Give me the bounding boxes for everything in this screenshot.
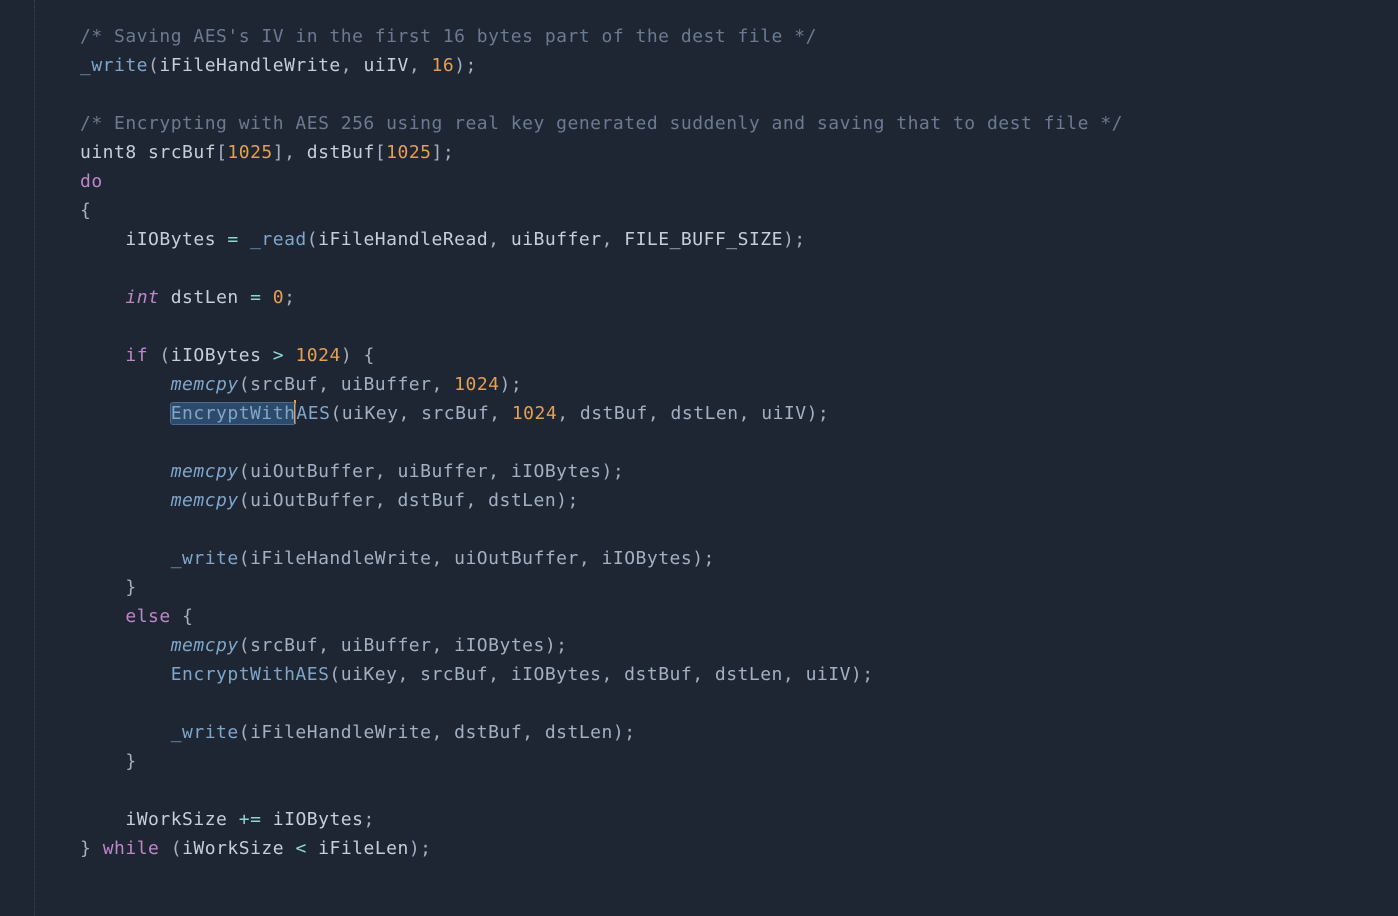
code-comment: /* Saving AES's IV in the first 16 bytes… [80, 26, 817, 47]
punct: (iFileHandleWrite, dstBuf, dstLen); [239, 722, 636, 743]
text-selection[interactable]: EncryptWith [171, 403, 296, 424]
ident: iIOBytes [273, 809, 364, 830]
number-literal: 1024 [512, 403, 557, 424]
ident: iIOBytes [171, 345, 262, 366]
constant: FILE_BUFF_SIZE [624, 229, 783, 250]
punct: (iFileHandleWrite, uiOutBuffer, iIOBytes… [239, 548, 715, 569]
keyword-if: if [125, 345, 148, 366]
punct: (uiOutBuffer, uiBuffer, iIOBytes); [239, 461, 624, 482]
op: < [295, 838, 306, 859]
number-literal: 1025 [386, 142, 431, 163]
fn-read: _read [250, 229, 307, 250]
keyword-while: while [103, 838, 160, 859]
brace: } [125, 577, 136, 598]
punct: ; [284, 287, 295, 308]
punct: (uiKey, srcBuf, iIOBytes, dstBuf, dstLen… [329, 664, 873, 685]
punct: ); [783, 229, 806, 250]
ident: iWorkSize [182, 838, 284, 859]
punct: ( [148, 55, 159, 76]
punct: , dstBuf, dstLen, uiIV); [557, 403, 829, 424]
number-literal: 16 [432, 55, 455, 76]
brace: { [80, 200, 91, 221]
fn-encryptwithaes: EncryptWith [171, 403, 296, 424]
ident: iFileHandleWrite [159, 55, 340, 76]
punct: , [284, 142, 307, 163]
op: += [239, 809, 262, 830]
punct: [ [216, 142, 227, 163]
ident: iFileHandleRead [318, 229, 488, 250]
keyword-do: do [80, 171, 103, 192]
ident: dstBuf [307, 142, 375, 163]
punct: ) { [341, 345, 375, 366]
brace: { [182, 606, 193, 627]
ident: iWorkSize [125, 809, 227, 830]
number-literal: 0 [273, 287, 284, 308]
punct: (uiOutBuffer, dstBuf, dstLen); [239, 490, 579, 511]
code-editor-content[interactable]: /* Saving AES's IV in the first 16 bytes… [80, 22, 1123, 863]
brace: } [125, 751, 136, 772]
fn-memcpy: memcpy [171, 490, 239, 511]
fn-memcpy: memcpy [171, 461, 239, 482]
fn-encryptwithaes: EncryptWithAES [171, 664, 330, 685]
fn-write: _write [171, 722, 239, 743]
ident: uiIV [363, 55, 408, 76]
fn-memcpy: memcpy [171, 635, 239, 656]
punct: ] [432, 142, 443, 163]
fn-write: _write [80, 55, 148, 76]
fn-encryptwithaes: AES [296, 403, 330, 424]
punct: , [341, 55, 364, 76]
number-literal: 1024 [295, 345, 340, 366]
ident: srcBuf [148, 142, 216, 163]
punct: ( [171, 838, 182, 859]
ident: iIOBytes [125, 229, 216, 250]
punct: , [409, 55, 432, 76]
punct: ; [443, 142, 454, 163]
editor-gutter [0, 0, 35, 916]
punct: , [488, 229, 511, 250]
op: > [273, 345, 284, 366]
punct: , [602, 229, 625, 250]
punct: ( [159, 345, 170, 366]
op: = [216, 229, 250, 250]
punct: ); [500, 374, 523, 395]
ident: iFileLen [318, 838, 409, 859]
op: = [239, 287, 273, 308]
code-comment: /* Encrypting with AES 256 using real ke… [80, 113, 1123, 134]
number-literal: 1024 [454, 374, 499, 395]
fn-memcpy: memcpy [171, 374, 239, 395]
ident: uiBuffer [511, 229, 602, 250]
punct: ); [409, 838, 432, 859]
ident: dstLen [171, 287, 239, 308]
punct: ; [363, 809, 374, 830]
number-literal: 1025 [227, 142, 272, 163]
punct: [ [375, 142, 386, 163]
punct: (srcBuf, uiBuffer, iIOBytes); [239, 635, 568, 656]
brace: } [80, 838, 91, 859]
fn-write: _write [171, 548, 239, 569]
keyword-else: else [125, 606, 170, 627]
type: uint8 [80, 142, 137, 163]
punct: (srcBuf, uiBuffer, [239, 374, 454, 395]
punct: ] [273, 142, 284, 163]
punct: ); [454, 55, 477, 76]
punct: (uiKey, srcBuf, [330, 403, 511, 424]
type-int: int [125, 287, 159, 308]
punct: ( [307, 229, 318, 250]
